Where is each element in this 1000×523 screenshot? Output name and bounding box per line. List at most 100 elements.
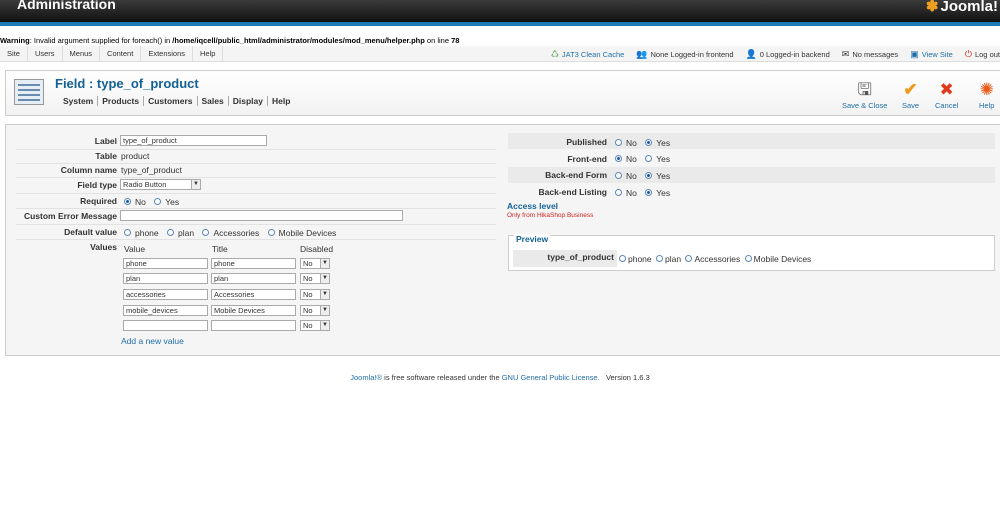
joomla-logo[interactable]: ✽ Joomla! [926, 0, 998, 15]
chevron-down-icon: ▼ [191, 180, 200, 189]
row-divider [16, 239, 496, 240]
backend-listing-yes-radio[interactable] [645, 189, 653, 197]
backend-form-yes-radio[interactable] [645, 172, 653, 180]
disabled-select[interactable]: No ▼ [300, 258, 330, 269]
field-type-select[interactable]: Radio Button ▼ [120, 179, 201, 190]
chevron-down-icon: ▼ [320, 306, 329, 315]
preview-mobile-devices-radio[interactable] [744, 255, 752, 263]
submenu-help[interactable]: Help [268, 96, 294, 106]
value-input[interactable]: accessories [123, 289, 208, 300]
admin-header: Administration ✽ Joomla! [0, 0, 1000, 22]
frontend-no-radio[interactable] [615, 155, 622, 163]
chevron-down-icon: ▼ [320, 321, 329, 330]
menu-content[interactable]: Content [100, 46, 142, 62]
values-col-value: Value [124, 244, 146, 254]
submenu-customers[interactable]: Customers [144, 96, 198, 106]
version-text: Version 1.6.3 [605, 373, 650, 382]
preview-plan-radio[interactable] [656, 255, 664, 263]
disabled-select[interactable]: No ▼ [300, 289, 330, 300]
backend-listing-label: Back-end Listing [538, 187, 607, 197]
preview-accessories-radio[interactable] [685, 255, 693, 263]
frontend-radios: No Yes [615, 154, 676, 164]
field-type-label: Field type [77, 180, 117, 190]
backend-form-label: Back-end Form [545, 170, 607, 180]
users-icon: 👥 [636, 48, 648, 59]
user-icon: 👤 [745, 48, 757, 59]
title-input[interactable]: Mobile Devices [211, 305, 296, 316]
default-accessories-radio[interactable] [202, 229, 210, 237]
default-value-label: Default value [64, 227, 117, 237]
backend-listing-radios: No Yes [615, 188, 676, 198]
default-phone-radio[interactable] [124, 229, 131, 237]
checkmark-icon: ✔ [903, 80, 918, 99]
disabled-select[interactable]: No ▼ [300, 320, 330, 331]
joomla-footer-link[interactable]: Joomla!® [350, 373, 382, 382]
save-close-button[interactable]: 🖫 Save & Close [842, 79, 887, 110]
save-button[interactable]: ✔ Save [902, 79, 919, 110]
title-input[interactable] [211, 320, 296, 331]
frontend-yes-radio[interactable] [645, 155, 653, 163]
value-input[interactable]: mobile_devices [123, 305, 208, 316]
value-input[interactable] [123, 320, 208, 331]
mail-icon: ✉ [841, 48, 850, 59]
published-yes-radio[interactable] [645, 139, 653, 147]
value-input[interactable]: phone [123, 258, 208, 269]
field-list-icon [14, 79, 44, 105]
preview-field-label: type_of_product [513, 250, 617, 267]
preview-radios: phone plan Accessories Mobile Devices [619, 254, 813, 264]
floppy-icon: 🖫 [857, 80, 872, 99]
label-input[interactable]: type_of_product [120, 135, 267, 146]
row-divider [16, 193, 496, 194]
add-value-link[interactable]: Add a new value [121, 336, 184, 346]
value-input[interactable]: plan [123, 273, 208, 284]
required-label: Required [80, 196, 117, 206]
submenu-display[interactable]: Display [229, 96, 268, 106]
backend-form-radios: No Yes [615, 171, 676, 181]
frontend-label: Front-end [567, 154, 607, 164]
view-site-link[interactable]: ▣ View Site [910, 49, 953, 60]
chevron-down-icon: ▼ [320, 274, 329, 283]
main-menu: Site Users Menus Content Extensions Help [0, 46, 224, 62]
custom-error-input[interactable] [120, 210, 403, 221]
cancel-button[interactable]: ✖ Cancel [935, 79, 958, 110]
table-value: product [121, 151, 150, 161]
values-col-disabled: Disabled [300, 244, 334, 254]
messages-status[interactable]: ✉ No messages [842, 49, 898, 60]
submenu-sales[interactable]: Sales [198, 96, 229, 106]
column-name-value: type_of_product [121, 165, 182, 175]
clean-cache-link[interactable]: ♺ JAT3 Clean Cache [551, 49, 624, 60]
backend-form-no-radio[interactable] [615, 172, 622, 180]
header-accent-bar [0, 22, 1000, 26]
preview-phone-radio[interactable] [619, 255, 626, 263]
published-label: Published [566, 137, 607, 147]
menu-site[interactable]: Site [0, 46, 28, 62]
required-yes-radio[interactable] [154, 198, 162, 206]
submenu-products[interactable]: Products [98, 96, 145, 106]
toolbar: Field : type_of_product System Products … [5, 70, 1000, 116]
published-no-radio[interactable] [615, 139, 622, 147]
submenu-system[interactable]: System [59, 96, 99, 106]
menu-users[interactable]: Users [28, 46, 63, 62]
backend-listing-no-radio[interactable] [615, 189, 622, 197]
joomla-logo-icon: ✽ [925, 0, 939, 15]
gpl-license-link[interactable]: GNU General Public License. [502, 373, 600, 382]
title-input[interactable]: Accessories [211, 289, 296, 300]
disabled-select[interactable]: No ▼ [300, 305, 330, 316]
status-bar: ♺ JAT3 Clean Cache 👥 None Logged-in fronte… [539, 46, 1000, 62]
values-col-title: Title [212, 244, 228, 254]
title-input[interactable]: phone [211, 258, 296, 269]
required-no-radio[interactable] [124, 198, 131, 206]
menu-extensions[interactable]: Extensions [141, 46, 194, 62]
disabled-select[interactable]: No ▼ [300, 273, 330, 284]
required-radios: No Yes [124, 197, 185, 207]
lifebuoy-icon: ✺ [979, 80, 994, 99]
menu-menus[interactable]: Menus [63, 46, 101, 62]
default-plan-radio[interactable] [167, 229, 175, 237]
title-input[interactable]: plan [211, 273, 296, 284]
help-button[interactable]: ✺ Help [979, 79, 994, 110]
logout-link[interactable]: ⏻ Log out [965, 49, 1000, 60]
access-level-heading: Access level [507, 201, 559, 211]
default-mobile-devices-radio[interactable] [267, 229, 275, 237]
menu-help[interactable]: Help [193, 46, 224, 62]
main-menu-bar: Site Users Menus Content Extensions Help… [0, 46, 1000, 62]
